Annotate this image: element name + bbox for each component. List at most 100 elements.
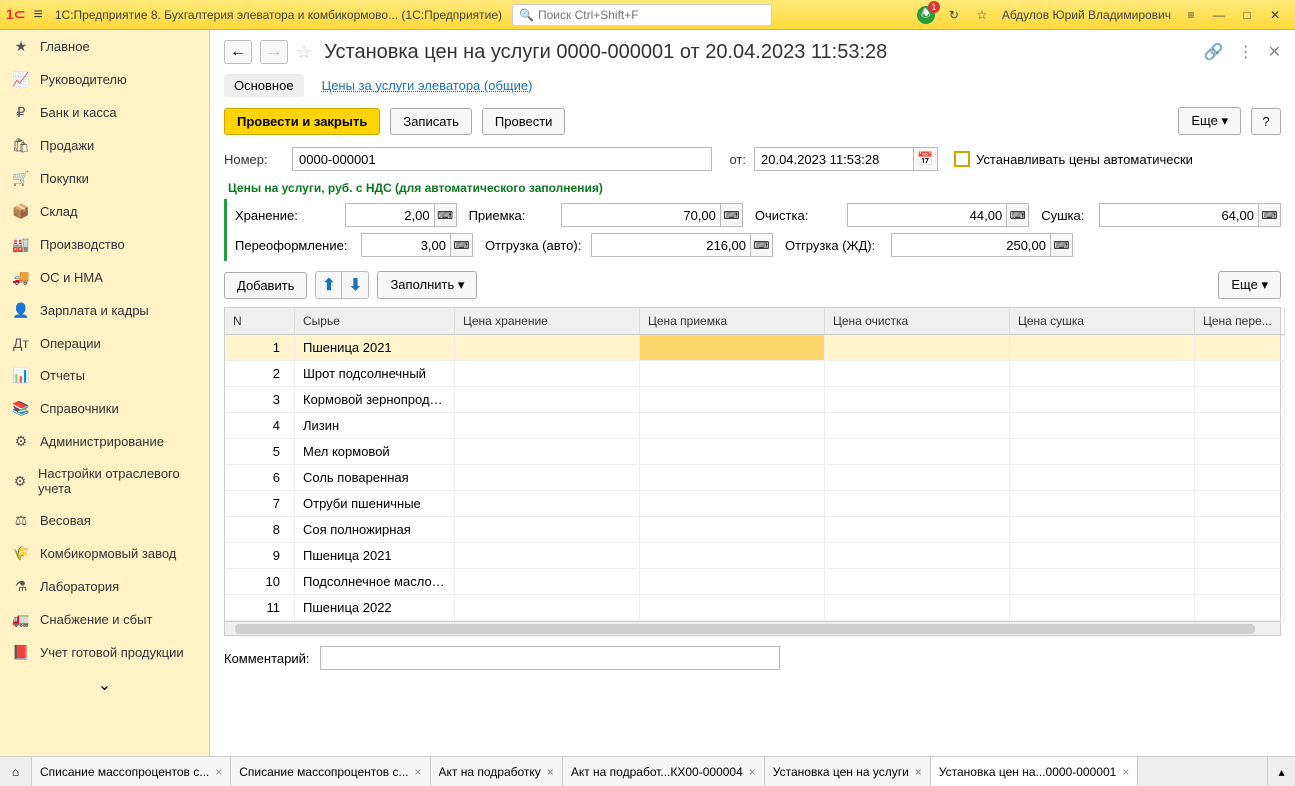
calendar-icon[interactable]: 📅: [914, 147, 938, 171]
notifications-icon[interactable]: 🕭 1: [915, 4, 937, 26]
comment-input[interactable]: [320, 646, 780, 670]
more-button[interactable]: Еще ▾: [1178, 107, 1241, 135]
add-row-button[interactable]: Добавить: [224, 272, 307, 299]
sidebar-item[interactable]: 👤Зарплата и кадры: [0, 294, 209, 327]
tab-close-icon[interactable]: ×: [915, 765, 922, 779]
table-row[interactable]: 2Шрот подсолнечный: [225, 361, 1280, 387]
menu-icon[interactable]: ≡: [34, 6, 43, 24]
nav-back-button[interactable]: ←: [224, 40, 252, 64]
column-header[interactable]: N: [225, 308, 295, 335]
calc-icon[interactable]: ⌨: [451, 233, 473, 257]
tab-close-icon[interactable]: ×: [1122, 765, 1129, 779]
table-row[interactable]: 11Пшеница 2022: [225, 595, 1280, 621]
calc-icon[interactable]: ⌨: [1051, 233, 1073, 257]
auto-prices-checkbox[interactable]: [954, 151, 970, 167]
post-and-close-button[interactable]: Провести и закрыть: [224, 108, 380, 135]
reform-input[interactable]: [361, 233, 451, 257]
sidebar-item[interactable]: 📈Руководителю: [0, 63, 209, 96]
table-row[interactable]: 4Лизин: [225, 413, 1280, 439]
close-tab-icon[interactable]: ✕: [1268, 42, 1281, 62]
tab-close-icon[interactable]: ×: [415, 765, 422, 779]
favorite-icon[interactable]: ☆: [971, 4, 993, 26]
window-tab[interactable]: Акт на подработ...КХ00-000004×: [563, 757, 765, 786]
column-header[interactable]: Цена приемка: [640, 308, 825, 335]
column-header[interactable]: Цена пере...: [1195, 308, 1285, 335]
ship-rail-input[interactable]: [891, 233, 1051, 257]
more-vertical-icon[interactable]: ⋮: [1238, 42, 1254, 62]
number-input[interactable]: [292, 147, 712, 171]
column-header[interactable]: Цена хранение: [455, 308, 640, 335]
star-icon[interactable]: ☆: [296, 42, 312, 63]
column-header[interactable]: Цена очистка: [825, 308, 1010, 335]
table-row[interactable]: 6Соль поваренная: [225, 465, 1280, 491]
window-tab[interactable]: Установка цен на...0000-000001×: [931, 757, 1138, 786]
sidebar-item[interactable]: 🌾Комбикормовый завод: [0, 537, 209, 570]
tab-close-icon[interactable]: ×: [215, 765, 222, 779]
window-tab[interactable]: Установка цен на услуги×: [765, 757, 931, 786]
search-box[interactable]: 🔍: [512, 4, 772, 26]
sidebar-item[interactable]: ★Главное: [0, 30, 209, 63]
window-tab[interactable]: Списание массопроцентов с...×: [231, 757, 430, 786]
move-up-button[interactable]: ⬆: [316, 272, 342, 298]
post-button[interactable]: Провести: [482, 108, 566, 135]
minimize-icon[interactable]: —: [1208, 4, 1230, 26]
sidebar-item[interactable]: 📊Отчеты: [0, 359, 209, 392]
tabs-overflow-icon[interactable]: ▴: [1267, 757, 1295, 786]
user-menu-icon[interactable]: ≡: [1180, 4, 1202, 26]
close-icon[interactable]: ✕: [1264, 4, 1286, 26]
sidebar-item[interactable]: 🏭Производство: [0, 228, 209, 261]
sidebar-item[interactable]: ⚗Лаборатория: [0, 570, 209, 603]
sidebar-item[interactable]: 📚Справочники: [0, 392, 209, 425]
column-header[interactable]: Сырье: [295, 308, 455, 335]
storage-input[interactable]: [345, 203, 435, 227]
tab-close-icon[interactable]: ×: [547, 765, 554, 779]
table-more-button[interactable]: Еще ▾: [1218, 271, 1281, 299]
user-name[interactable]: Абдулов Юрий Владимирович: [1002, 8, 1171, 22]
calc-icon[interactable]: ⌨: [751, 233, 773, 257]
date-input[interactable]: [754, 147, 914, 171]
home-tab-icon[interactable]: ⌂: [0, 757, 32, 786]
sidebar-item[interactable]: ⚖Весовая: [0, 504, 209, 537]
table-row[interactable]: 3Кормовой зернопрод…: [225, 387, 1280, 413]
ship-auto-input[interactable]: [591, 233, 751, 257]
sidebar-item[interactable]: 🛒Покупки: [0, 162, 209, 195]
calc-icon[interactable]: ⌨: [1007, 203, 1029, 227]
help-button[interactable]: ?: [1251, 108, 1281, 135]
sidebar-item[interactable]: ДтОперации: [0, 327, 209, 359]
table-row[interactable]: 9Пшеница 2021: [225, 543, 1280, 569]
save-button[interactable]: Записать: [390, 108, 472, 135]
move-down-button[interactable]: ⬇: [342, 272, 368, 298]
window-tab[interactable]: Акт на подработку×: [431, 757, 563, 786]
sidebar-item[interactable]: 🚚ОС и НМА: [0, 261, 209, 294]
table-row[interactable]: 7Отруби пшеничные: [225, 491, 1280, 517]
sidebar-expand-icon[interactable]: ⌄: [0, 669, 209, 701]
tab-main[interactable]: Основное: [224, 74, 304, 97]
calc-icon[interactable]: ⌨: [721, 203, 743, 227]
link-icon[interactable]: 🔗: [1204, 42, 1224, 62]
dry-input[interactable]: [1099, 203, 1259, 227]
sidebar-item[interactable]: 🛍Продажи: [0, 129, 209, 162]
intake-input[interactable]: [561, 203, 721, 227]
sidebar-item[interactable]: ⚙Настройки отраслевого учета: [0, 458, 209, 504]
table-row[interactable]: 5Мел кормовой: [225, 439, 1280, 465]
fill-button[interactable]: Заполнить ▾: [377, 271, 477, 299]
tab-prices-link[interactable]: Цены за услуги элеватора (общие): [322, 74, 533, 97]
sidebar-item[interactable]: 📦Склад: [0, 195, 209, 228]
nav-forward-button[interactable]: →: [260, 40, 288, 64]
calc-icon[interactable]: ⌨: [1259, 203, 1281, 227]
window-tab[interactable]: Списание массопроцентов с...×: [32, 757, 231, 786]
sidebar-item[interactable]: 📕Учет готовой продукции: [0, 636, 209, 669]
sidebar-item[interactable]: ₽Банк и касса: [0, 96, 209, 129]
table-row[interactable]: 8Соя полножирная: [225, 517, 1280, 543]
sidebar-item[interactable]: ⚙Администрирование: [0, 425, 209, 458]
maximize-icon[interactable]: □: [1236, 4, 1258, 26]
column-header[interactable]: Цена сушка: [1010, 308, 1195, 335]
tab-close-icon[interactable]: ×: [749, 765, 756, 779]
history-icon[interactable]: ↻: [943, 4, 965, 26]
calc-icon[interactable]: ⌨: [435, 203, 457, 227]
table-row[interactable]: 10Подсолнечное масло…: [225, 569, 1280, 595]
clean-input[interactable]: [847, 203, 1007, 227]
search-input[interactable]: [538, 8, 765, 22]
table-row[interactable]: 1Пшеница 2021: [225, 335, 1280, 361]
horizontal-scrollbar[interactable]: [225, 621, 1280, 635]
